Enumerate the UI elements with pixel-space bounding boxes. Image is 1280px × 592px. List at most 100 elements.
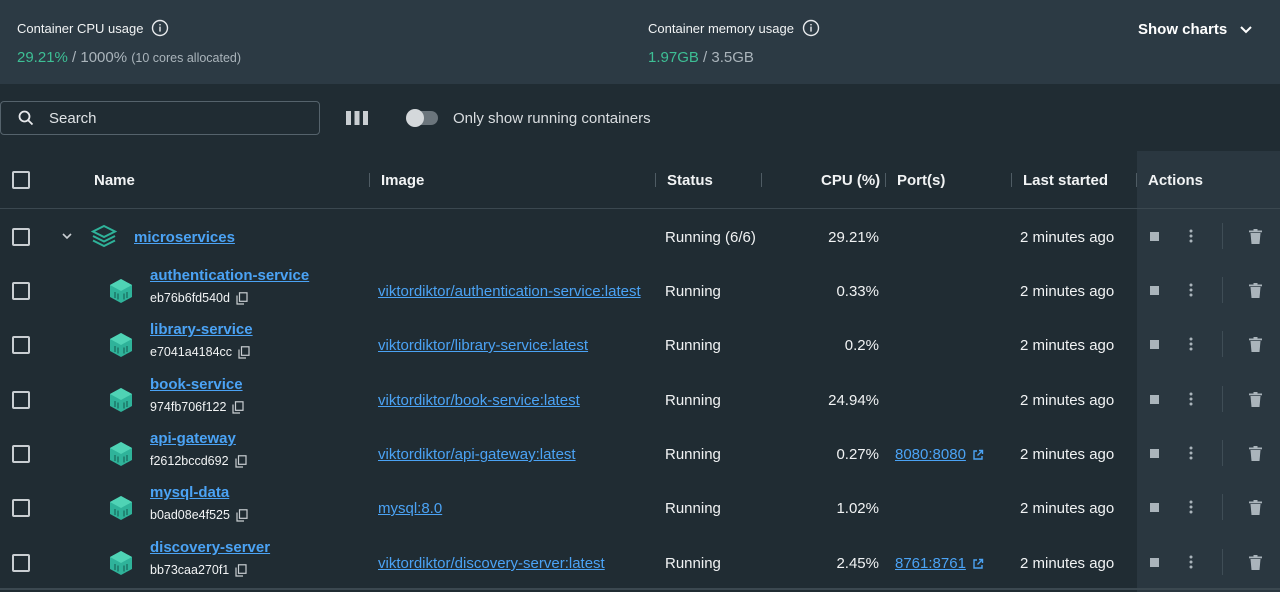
image-link[interactable]: viktordiktor/discovery-server:latest xyxy=(378,555,605,572)
show-charts-button[interactable]: Show charts xyxy=(1138,21,1253,38)
chevron-down-icon[interactable] xyxy=(61,232,73,240)
column-divider[interactable] xyxy=(761,173,762,187)
image-link[interactable]: mysql:8.0 xyxy=(378,500,442,517)
table-row[interactable]: discovery-server bb73caa270f1 viktordikt… xyxy=(0,536,1280,590)
trash-icon[interactable] xyxy=(1249,555,1262,570)
compose-group-row[interactable]: microservices Running (6/6) 29.21% 2 min… xyxy=(0,210,1280,264)
memory-usage-stat: Container memory usage 1.97GB / 3.5GB xyxy=(648,19,820,66)
image-link[interactable]: viktordiktor/library-service:latest xyxy=(378,337,588,354)
column-divider[interactable] xyxy=(885,173,886,187)
more-vertical-icon[interactable] xyxy=(1188,336,1194,352)
table-row[interactable]: authentication-service eb76b6fd540d vikt… xyxy=(0,264,1280,318)
stop-icon[interactable] xyxy=(1149,448,1160,459)
row-checkbox[interactable] xyxy=(12,228,30,246)
cpu-cores-note: (10 cores allocated) xyxy=(131,51,242,65)
info-icon[interactable] xyxy=(802,19,820,37)
action-divider xyxy=(1222,549,1223,575)
container-id-text: b0ad08e4f525 xyxy=(150,508,230,522)
columns-icon[interactable] xyxy=(345,109,369,127)
header-status[interactable]: Status xyxy=(667,172,713,189)
container-name-link[interactable]: book-service xyxy=(150,376,243,393)
column-divider[interactable] xyxy=(1011,173,1012,187)
column-divider[interactable] xyxy=(655,173,656,187)
container-icon xyxy=(110,279,132,303)
row-checkbox[interactable] xyxy=(12,282,30,300)
copy-icon[interactable] xyxy=(234,454,247,468)
stop-icon[interactable] xyxy=(1149,231,1160,242)
container-cpu: 2.45% xyxy=(836,555,879,572)
row-checkbox[interactable] xyxy=(12,391,30,409)
trash-icon[interactable] xyxy=(1249,392,1262,407)
group-name-link[interactable]: microservices xyxy=(134,229,235,246)
container-status: Running xyxy=(665,283,721,300)
row-checkbox[interactable] xyxy=(12,554,30,572)
table-bottom-border xyxy=(0,588,1280,590)
column-divider[interactable] xyxy=(1136,173,1137,187)
trash-icon[interactable] xyxy=(1249,446,1262,461)
copy-icon[interactable] xyxy=(232,400,245,414)
more-vertical-icon[interactable] xyxy=(1188,228,1194,244)
stop-icon[interactable] xyxy=(1149,285,1160,296)
running-only-toggle[interactable] xyxy=(406,109,438,127)
stop-icon[interactable] xyxy=(1149,394,1160,405)
more-vertical-icon[interactable] xyxy=(1188,499,1194,515)
header-ports[interactable]: Port(s) xyxy=(897,172,945,189)
trash-icon[interactable] xyxy=(1249,229,1262,244)
table-row[interactable]: mysql-data b0ad08e4f525 mysql:8.0 Runnin… xyxy=(0,481,1280,535)
info-icon[interactable] xyxy=(151,19,169,37)
container-name-link[interactable]: api-gateway xyxy=(150,430,236,447)
more-vertical-icon[interactable] xyxy=(1188,282,1194,298)
table-row[interactable]: library-service e7041a4184cc viktordikto… xyxy=(0,318,1280,372)
copy-icon[interactable] xyxy=(236,508,248,522)
show-charts-label: Show charts xyxy=(1138,21,1228,38)
container-name-link[interactable]: library-service xyxy=(150,321,253,338)
container-name-link[interactable]: discovery-server xyxy=(150,539,270,556)
image-link[interactable]: viktordiktor/book-service:latest xyxy=(378,392,580,409)
search-box[interactable] xyxy=(0,101,320,135)
more-vertical-icon[interactable] xyxy=(1188,445,1194,461)
container-status: Running xyxy=(665,555,721,572)
container-id: bb73caa270f1 xyxy=(150,563,247,577)
header-image[interactable]: Image xyxy=(381,172,424,189)
trash-icon[interactable] xyxy=(1249,337,1262,352)
cpu-usage-title: Container CPU usage xyxy=(17,19,241,37)
cpu-usage-value: 29.21% / 1000% (10 cores allocated) xyxy=(17,49,241,66)
memory-usage-title: Container memory usage xyxy=(648,19,820,37)
trash-icon[interactable] xyxy=(1249,500,1262,515)
stop-icon[interactable] xyxy=(1149,339,1160,350)
header-name[interactable]: Name xyxy=(94,172,135,189)
table-row[interactable]: api-gateway f2612bccd692 viktordiktor/ap… xyxy=(0,427,1280,481)
copy-icon[interactable] xyxy=(235,563,247,577)
stop-icon[interactable] xyxy=(1149,557,1160,568)
copy-icon[interactable] xyxy=(238,345,250,359)
port-link[interactable]: 8761:8761 xyxy=(895,555,984,572)
header-cpu[interactable]: CPU (%) xyxy=(821,172,880,189)
trash-icon[interactable] xyxy=(1249,283,1262,298)
search-input[interactable] xyxy=(49,109,299,127)
action-divider xyxy=(1222,277,1223,303)
image-link[interactable]: viktordiktor/api-gateway:latest xyxy=(378,446,576,463)
header-last-started[interactable]: Last started xyxy=(1023,172,1108,189)
container-name-link[interactable]: mysql-data xyxy=(150,484,229,501)
select-all-checkbox[interactable] xyxy=(12,171,30,189)
container-icon xyxy=(110,496,132,520)
column-divider[interactable] xyxy=(369,173,370,187)
table-row[interactable]: book-service 974fb706f122 viktordiktor/b… xyxy=(0,373,1280,427)
usage-stats-bar: Container CPU usage 29.21% / 1000% (10 c… xyxy=(0,0,1280,84)
row-checkbox[interactable] xyxy=(12,445,30,463)
container-name-link[interactable]: authentication-service xyxy=(150,267,309,284)
cpu-usage-label: Container CPU usage xyxy=(17,20,144,36)
row-checkbox[interactable] xyxy=(12,336,30,354)
more-vertical-icon[interactable] xyxy=(1188,391,1194,407)
container-cpu: 0.33% xyxy=(836,283,879,300)
image-link[interactable]: viktordiktor/authentication-service:late… xyxy=(378,283,641,300)
cpu-usage-stat: Container CPU usage 29.21% / 1000% (10 c… xyxy=(17,19,241,66)
port-link[interactable]: 8080:8080 xyxy=(895,446,984,463)
stop-icon[interactable] xyxy=(1149,502,1160,513)
group-last-started: 2 minutes ago xyxy=(1020,229,1115,246)
copy-icon[interactable] xyxy=(236,291,248,305)
container-cpu: 0.2% xyxy=(844,337,879,354)
row-checkbox[interactable] xyxy=(12,499,30,517)
more-vertical-icon[interactable] xyxy=(1188,554,1194,570)
container-icon xyxy=(110,442,132,466)
